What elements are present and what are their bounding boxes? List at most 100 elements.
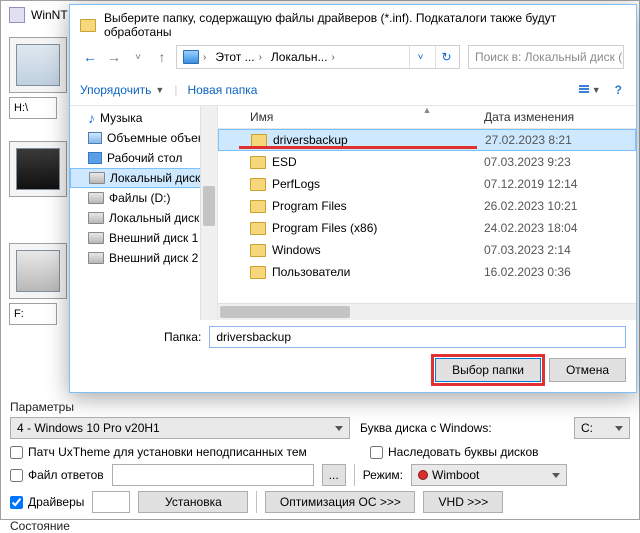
tree-item-label: Файлы (D:) [109, 191, 170, 205]
nav-back-button[interactable]: ← [80, 47, 100, 67]
uxtheme-checkbox[interactable]: Патч UxTheme для установки неподписанных… [10, 445, 307, 459]
refresh-button[interactable]: ↻ [435, 45, 457, 69]
inherit-letters-checkbox[interactable]: Наследовать буквы дисков [370, 445, 630, 459]
folder-date: 07.03.2023 9:23 [476, 155, 636, 169]
toolbar: Упорядочить ▼ | Новая папка ▼ ? [70, 75, 636, 106]
folder-icon [250, 222, 266, 235]
tree-item[interactable]: Локальный диск ( [70, 168, 217, 188]
mode-dropdown[interactable]: Wimboot [411, 464, 567, 486]
edition-dropdown[interactable]: 4 - Windows 10 Pro v20H1 [10, 417, 350, 439]
folder-row[interactable]: Program Files (x86)24.02.2023 18:04 [218, 217, 636, 239]
parameters-label: Параметры [10, 400, 630, 414]
parent-title: WinNT [31, 8, 68, 22]
drive-icon [89, 172, 105, 184]
column-date[interactable]: Дата изменения [476, 106, 636, 128]
folder-icon [250, 178, 266, 191]
tree-item[interactable]: Файлы (D:) [70, 188, 217, 208]
drive-letter-label: Буква диска с Windows: [360, 421, 492, 435]
folder-date: 27.02.2023 8:21 [477, 133, 635, 147]
folder-name: PerfLogs [272, 177, 320, 191]
help-button[interactable]: ? [611, 81, 626, 99]
app-icon [9, 7, 25, 23]
drive-icon [88, 252, 104, 264]
device-floppy-card[interactable] [9, 141, 67, 197]
tree-item[interactable]: Локальный диск ( [70, 208, 217, 228]
folder-name-input[interactable] [209, 326, 626, 348]
folder-row[interactable]: Пользователи16.02.2023 0:36 [218, 261, 636, 283]
folder-icon [250, 266, 266, 279]
tree-item-label: Локальный диск ( [109, 211, 207, 225]
folder-row[interactable]: Program Files 26.02.2023 10:21 [218, 195, 636, 217]
new-folder-button[interactable]: Новая папка [187, 83, 257, 97]
tree-item[interactable]: Объемные объек [70, 128, 217, 148]
view-mode-button[interactable]: ▼ [575, 83, 605, 97]
list-scrollbar-horizontal[interactable] [218, 303, 636, 320]
dialog-title: Выберите папку, содержащую файлы драйвер… [70, 5, 636, 43]
breadcrumb-drive[interactable]: Локальн...› [267, 48, 340, 66]
drivers-input[interactable] [92, 491, 130, 513]
answer-file-input[interactable] [112, 464, 314, 486]
device-drive-dropdown[interactable]: H:\ [9, 97, 57, 119]
tree-item[interactable]: Внешний диск 1 ( [70, 228, 217, 248]
nav-forward-button: → [104, 47, 124, 67]
optimize-button[interactable]: Оптимизация ОС >>> [265, 491, 415, 513]
tree-item[interactable]: Рабочий стол [70, 148, 217, 168]
tree-item-label: Локальный диск ( [110, 171, 208, 185]
tree-item[interactable]: ♪ Музыка [70, 108, 217, 128]
folder-name: Program Files [272, 199, 347, 213]
nav-up-button[interactable]: ↑ [152, 47, 172, 67]
answer-file-browse-button[interactable]: ... [322, 464, 346, 486]
nav-recent-button[interactable]: ˅ [128, 47, 148, 67]
folder-name: driversbackup [273, 133, 348, 147]
vhd-button[interactable]: VHD >>> [423, 491, 503, 513]
folder-icon [250, 200, 266, 213]
folder-name: Windows [272, 243, 321, 257]
drive-letter-dropdown[interactable]: C: [574, 417, 630, 439]
folder-date: 26.02.2023 10:21 [476, 199, 636, 213]
music-icon: ♪ [88, 111, 95, 125]
pc-icon [183, 50, 199, 64]
device-cd-card[interactable] [9, 243, 67, 299]
tree-item[interactable]: Внешний диск 2 ( [70, 248, 217, 268]
folder-name: Program Files (x86) [272, 221, 377, 235]
nav-tree[interactable]: ♪ Музыка Объемные объек Рабочий стол Локальн… [70, 106, 218, 320]
install-button[interactable]: Установка [138, 491, 248, 513]
select-folder-button[interactable]: Выбор папки [435, 358, 541, 382]
folder-row[interactable]: PerfLogs 07.12.2019 12:14 [218, 173, 636, 195]
drive-icon [88, 212, 104, 224]
folder-field-label: Папка: [80, 330, 201, 344]
mode-label: Режим: [363, 468, 403, 482]
device-removable-card[interactable] [9, 37, 67, 93]
device-drive2-dropdown[interactable]: F: [9, 303, 57, 325]
answer-file-checkbox[interactable]: Файл ответов [10, 468, 104, 482]
red-dot-icon [418, 470, 428, 480]
folder-row[interactable]: driversbackup 27.02.2023 8:21 [218, 129, 636, 151]
folder-row[interactable]: Windows 07.03.2023 2:14 [218, 239, 636, 261]
parameters-panel: Параметры 4 - Windows 10 Pro v20H1 Буква… [0, 396, 640, 520]
folder-icon [250, 244, 266, 257]
sort-indicator-icon: ▲ [423, 106, 432, 115]
drivers-checkbox[interactable]: Драйверы [10, 495, 84, 509]
tree-item-label: Объемные объек [107, 131, 203, 145]
tree-item-label: Внешний диск 1 ( [109, 231, 206, 245]
tree-item-label: Внешний диск 2 ( [109, 251, 206, 265]
folder-date: 07.12.2019 12:14 [476, 177, 636, 191]
folder-icon [250, 156, 266, 169]
tree-item-label: Рабочий стол [107, 151, 182, 165]
organize-button[interactable]: Упорядочить ▼ [80, 83, 164, 97]
folder-row[interactable]: ESD07.03.2023 9:23 [218, 151, 636, 173]
tree-item-label: Музыка [100, 111, 142, 125]
search-input[interactable]: Поиск в: Локальный диск (C:) [468, 45, 624, 69]
folder-date: 07.03.2023 2:14 [476, 243, 636, 257]
breadcrumb-dropdown-button[interactable]: ˅ [409, 45, 431, 69]
folder-icon [80, 19, 96, 32]
folder-date: 16.02.2023 0:36 [476, 265, 636, 279]
breadcrumb[interactable]: › Этот ...› Локальн...› ˅ ↻ [176, 45, 460, 69]
column-name[interactable]: Имя [218, 106, 476, 128]
folder-icon [251, 134, 267, 147]
highlight-underline [239, 146, 477, 149]
tree-scrollbar[interactable] [200, 106, 217, 320]
breadcrumb-pc[interactable]: Этот ...› [211, 48, 267, 66]
cancel-button[interactable]: Отмена [549, 358, 626, 382]
state-label: Состояние [10, 519, 70, 533]
